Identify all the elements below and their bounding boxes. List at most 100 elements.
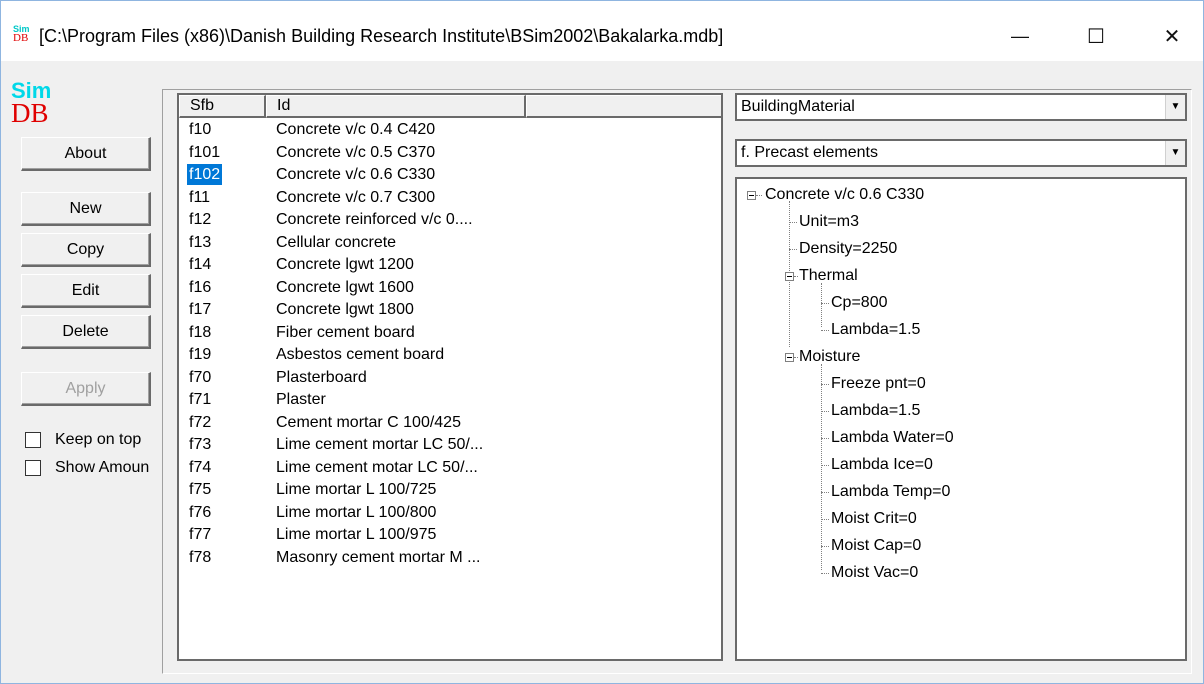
list-item-id: Concrete v/c 0.5 C370 xyxy=(276,143,436,161)
list-item[interactable]: f12 Concrete reinforced v/c 0.... xyxy=(179,209,721,232)
list-item[interactable]: f78 Masonry cement mortar M ... xyxy=(179,547,721,570)
tree-moisture-item[interactable]: Lambda Temp=0 xyxy=(831,483,950,501)
tree-moisture-item[interactable]: Lambda Water=0 xyxy=(831,429,954,447)
list-item-id: Lime mortar L 100/800 xyxy=(276,503,437,521)
tree-moisture-item[interactable]: Moist Cap=0 xyxy=(831,537,921,555)
category-combo[interactable]: f. Precast elements ▼ xyxy=(735,139,1187,167)
logo-db: DB xyxy=(11,98,49,128)
tree-connector xyxy=(821,330,829,331)
tree-connector xyxy=(821,364,822,570)
maximize-button[interactable]: ☐ xyxy=(1073,13,1119,59)
tree-thermal[interactable]: Thermal xyxy=(799,267,858,285)
tree-connector xyxy=(821,465,829,466)
list-item-sfb: f18 xyxy=(189,323,212,341)
tree-connector xyxy=(821,303,829,304)
list-item[interactable]: f71 Plaster xyxy=(179,389,721,412)
tree-thermal-item[interactable]: Lambda=1.5 xyxy=(831,321,920,339)
tree-connector xyxy=(821,283,822,327)
collapse-icon[interactable] xyxy=(785,272,794,281)
list-item[interactable]: f77 Lime mortar L 100/975 xyxy=(179,524,721,547)
list-item[interactable]: f75 Lime mortar L 100/725 xyxy=(179,479,721,502)
keep-on-top-box[interactable] xyxy=(25,432,41,448)
column-header-id[interactable]: Id xyxy=(266,95,526,118)
list-item-id: Concrete reinforced v/c 0.... xyxy=(276,211,473,228)
property-tree[interactable]: Concrete v/c 0.6 C330 Unit=m3 Density=22… xyxy=(735,177,1187,661)
list-item[interactable]: f10 Concrete v/c 0.4 C420 xyxy=(179,119,721,142)
type-combo[interactable]: BuildingMaterial ▼ xyxy=(735,93,1187,121)
tree-moisture-item[interactable]: Moist Vac=0 xyxy=(831,564,918,582)
tree-density[interactable]: Density=2250 xyxy=(799,240,897,258)
list-item[interactable]: f11 Concrete v/c 0.7 C300 xyxy=(179,187,721,210)
list-item-sfb: f10 xyxy=(189,121,212,138)
tree-connector xyxy=(821,492,829,493)
list-item-sfb: f11 xyxy=(189,188,211,206)
title-bar[interactable]: Sim DB [C:\Program Files (x86)\Danish Bu… xyxy=(1,1,1203,61)
tree-moisture-item[interactable]: Moist Crit=0 xyxy=(831,510,917,528)
list-item-sfb: f70 xyxy=(189,368,212,386)
list-item-sfb: f71 xyxy=(189,391,212,408)
list-rows: f10 Concrete v/c 0.4 C420 f101 Concrete v/c… xyxy=(179,119,721,570)
list-item-sfb: f19 xyxy=(189,346,212,363)
list-item-sfb: f14 xyxy=(189,256,212,273)
close-button[interactable]: ✕ xyxy=(1149,13,1195,59)
tree-moisture[interactable]: Moisture xyxy=(799,348,860,366)
list-item[interactable]: f72 Cement mortar C 100/425 xyxy=(179,412,721,435)
list-item-id: Lime mortar L 100/725 xyxy=(276,481,437,498)
tree-thermal-item[interactable]: Cp=800 xyxy=(831,294,888,312)
list-item[interactable]: f17 Concrete lgwt 1800 xyxy=(179,299,721,322)
list-item[interactable]: f74 Lime cement motar LC 50/... xyxy=(179,457,721,480)
new-button[interactable]: New xyxy=(21,192,151,226)
list-item[interactable]: f76 Lime mortar L 100/800 xyxy=(179,502,721,525)
list-item[interactable]: f18 Fiber cement board xyxy=(179,322,721,345)
list-item-id: Lime mortar L 100/975 xyxy=(276,526,437,543)
type-combo-arrow: ▼ xyxy=(1170,101,1181,112)
list-item[interactable]: f102 Concrete v/c 0.6 C330 xyxy=(179,164,721,187)
show-amount-checkbox[interactable]: Show Amoun xyxy=(25,459,163,477)
delete-button[interactable]: Delete xyxy=(21,315,151,349)
list-item[interactable]: f13 Cellular concrete xyxy=(179,232,721,255)
apply-button[interactable]: Apply xyxy=(21,372,151,406)
maximize-icon: ☐ xyxy=(1087,25,1105,48)
app-icon[interactable]: Sim DB xyxy=(13,25,33,45)
tree-unit[interactable]: Unit=m3 xyxy=(799,213,859,231)
app-window: Sim DB [C:\Program Files (x86)\Danish Bu… xyxy=(0,0,1204,684)
copy-button[interactable]: Copy xyxy=(21,233,151,267)
list-item-sfb: f102 xyxy=(187,164,223,185)
material-list[interactable]: Sfb Id f10 Concrete v/c 0.4 C420 f101 Concr… xyxy=(177,93,723,661)
tree-connector xyxy=(821,573,829,574)
column-header-extra[interactable] xyxy=(526,95,721,118)
category-combo-arrow: ▼ xyxy=(1170,147,1181,158)
column-header-sfb[interactable]: Sfb xyxy=(179,95,266,118)
list-item[interactable]: f73 Lime cement mortar LC 50/... xyxy=(179,434,721,457)
collapse-icon[interactable] xyxy=(785,353,794,362)
tree-connector xyxy=(789,222,797,223)
list-item[interactable]: f70 Plasterboard xyxy=(179,367,721,390)
app-icon-db: DB xyxy=(13,32,29,44)
tree-moisture-item[interactable]: Lambda Ice=0 xyxy=(831,456,933,474)
list-item-id: Concrete v/c 0.4 C420 xyxy=(276,121,436,138)
simdb-logo: Sim DB xyxy=(11,80,51,128)
tree-moisture-item[interactable]: Lambda=1.5 xyxy=(831,402,920,420)
list-item[interactable]: f14 Concrete lgwt 1200 xyxy=(179,254,721,277)
minimize-button[interactable]: — xyxy=(997,13,1043,59)
category-combo-value: f. Precast elements xyxy=(741,144,878,161)
list-item[interactable]: f19 Asbestos cement board xyxy=(179,344,721,367)
show-amount-label: Show Amoun xyxy=(55,459,150,476)
list-item-sfb: f73 xyxy=(189,436,212,453)
show-amount-box[interactable] xyxy=(25,460,41,476)
about-button[interactable]: About xyxy=(21,137,151,171)
list-item[interactable]: f16 Concrete lgwt 1600 xyxy=(179,277,721,300)
chevron-down-icon[interactable]: ▼ xyxy=(1165,95,1185,119)
list-item-id: Lime cement motar LC 50/... xyxy=(276,458,478,476)
tree-moisture-item[interactable]: Freeze pnt=0 xyxy=(831,375,926,393)
chevron-down-icon[interactable]: ▼ xyxy=(1165,141,1185,165)
keep-on-top-checkbox[interactable]: Keep on top xyxy=(25,431,141,449)
collapse-icon[interactable] xyxy=(747,191,756,200)
list-item-sfb: f13 xyxy=(189,233,212,251)
list-item-id: Concrete v/c 0.7 C300 xyxy=(276,188,436,206)
tree-connector xyxy=(821,384,829,385)
edit-button[interactable]: Edit xyxy=(21,274,151,308)
type-combo-value: BuildingMaterial xyxy=(741,98,855,115)
window-title: [C:\Program Files (x86)\Danish Building … xyxy=(39,26,724,46)
list-item[interactable]: f101 Concrete v/c 0.5 C370 xyxy=(179,142,721,165)
